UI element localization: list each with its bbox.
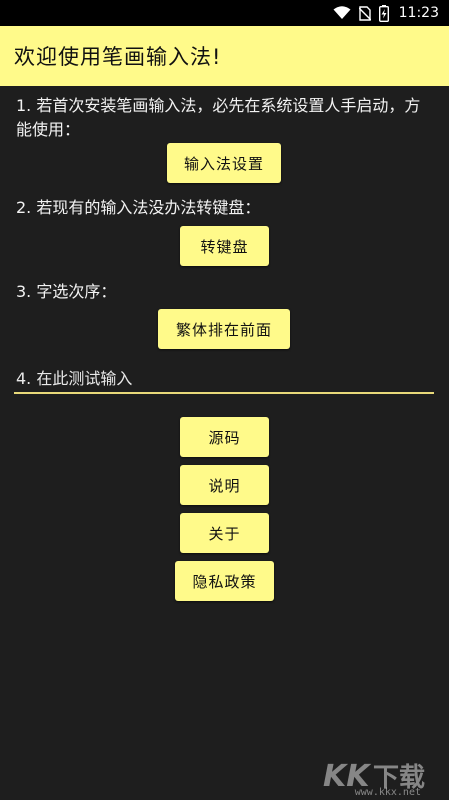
step2-instruction: 2. 若现有的输入法没办法转键盘： — [16, 198, 261, 217]
switch-keyboard-button[interactable]: 转键盘 — [180, 226, 269, 266]
source-code-button[interactable]: 源码 — [180, 417, 269, 457]
watermark-url: www.kkx.net — [354, 787, 421, 798]
help-button[interactable]: 说明 — [180, 465, 269, 505]
app-screen: 11:23 欢迎使用笔画输入法! 1. 若首次安装笔画输入法，必先在系统设置人手… — [0, 0, 449, 800]
input-method-settings-button[interactable]: 输入法设置 — [167, 143, 281, 183]
wifi-icon — [333, 6, 351, 20]
battery-charging-icon — [378, 4, 389, 22]
privacy-policy-button[interactable]: 隐私政策 — [175, 561, 274, 601]
traditional-first-button[interactable]: 繁体排在前面 — [158, 309, 290, 349]
step1-instruction: 1. 若首次安装笔画输入法，必先在系统设置人手启动，方能使用： — [16, 96, 421, 139]
title-bar: 欢迎使用笔画输入法! — [0, 26, 449, 86]
about-button[interactable]: 关于 — [180, 513, 269, 553]
no-sim-icon — [358, 5, 371, 21]
status-bar: 11:23 — [0, 0, 449, 26]
test-input-field[interactable] — [14, 364, 434, 394]
step3-instruction: 3. 字选次序： — [16, 282, 117, 301]
status-time: 11:23 — [398, 5, 439, 21]
page-title: 欢迎使用笔画输入法! — [14, 45, 222, 69]
